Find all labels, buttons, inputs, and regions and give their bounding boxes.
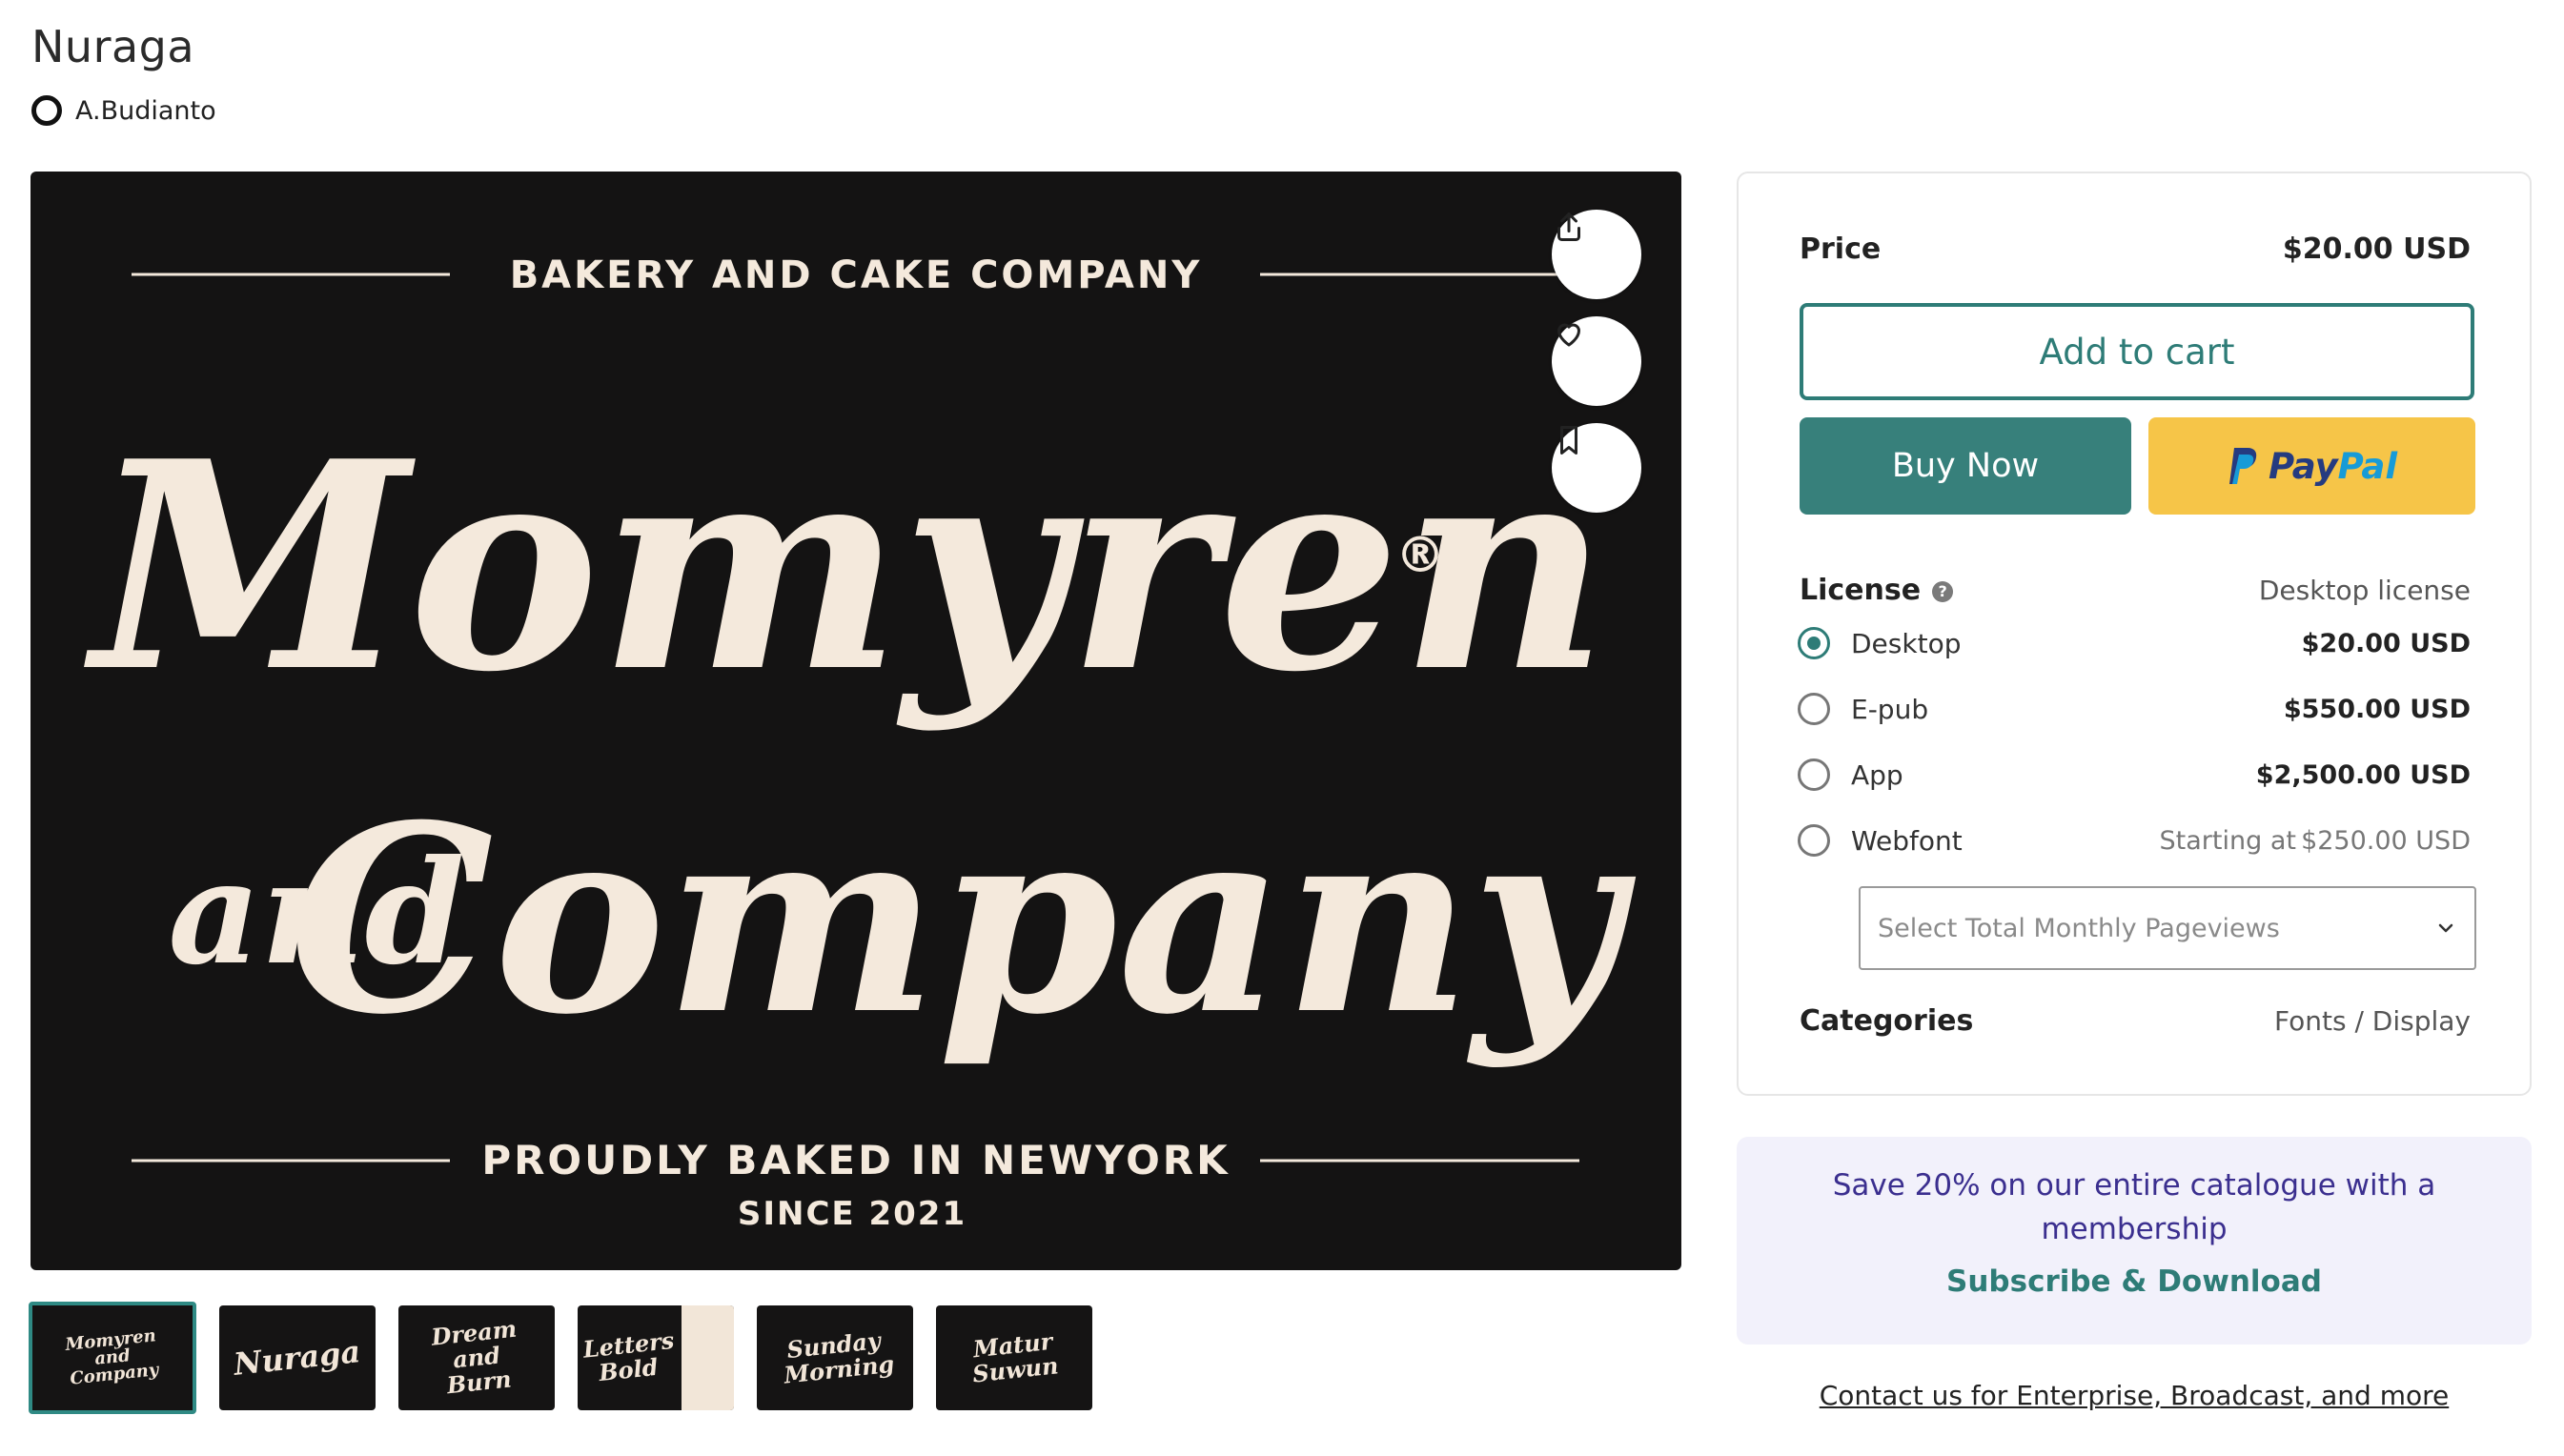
heart-icon	[1557, 323, 1580, 347]
pageviews-select[interactable]: Select Total Monthly Pageviews	[1859, 886, 2476, 970]
license-option-desktop[interactable]: Desktop $20.00 USD	[1798, 627, 2471, 659]
bookmark-icon	[1560, 426, 1577, 455]
license-option-name: Desktop	[1851, 627, 1962, 659]
hero-bottom-text: PROUDLY BAKED IN NEWYORK	[481, 1137, 1230, 1183]
paypal-wordmark-pay: Pay	[2268, 445, 2338, 487]
contact-link[interactable]: Contact us for Enterprise, Broadcast, an…	[1737, 1380, 2532, 1411]
hero-artwork: BAKERY AND CAKE COMPANY Momyren ® and Co…	[83, 253, 1637, 1233]
membership-promo: Save 20% on our entire catalogue with a …	[1737, 1137, 2532, 1345]
chevron-down-icon	[2438, 923, 2453, 933]
buy-now-button[interactable]: Buy Now	[1800, 417, 2131, 515]
share-icon	[1557, 212, 1580, 241]
license-label: License?	[1800, 574, 1954, 607]
radio-epub[interactable]	[1798, 693, 1830, 725]
subscribe-link[interactable]: Subscribe & Download	[1737, 1264, 2532, 1299]
thumbnail-label: Momyren and Company	[64, 1325, 160, 1389]
thumbnail-strip: Momyren and Company Nuraga Dream and Bur…	[29, 1302, 1092, 1414]
hero-since-text: SINCE 2021	[738, 1195, 967, 1233]
thumbnail-label: Sunday Morning	[783, 1326, 896, 1389]
promo-text: Save 20% on our entire catalogue with a …	[1832, 1168, 2436, 1246]
license-selected: Desktop license	[2258, 575, 2471, 606]
hero-image: BAKERY AND CAKE COMPANY Momyren ® and Co…	[31, 172, 1681, 1270]
author-link[interactable]: A.Budianto	[31, 95, 216, 126]
license-option-app[interactable]: App $2,500.00 USD	[1798, 758, 2471, 791]
license-option-name: App	[1851, 758, 1903, 791]
paypal-logo-icon	[2228, 448, 2257, 484]
thumbnail-2[interactable]: Nuraga	[219, 1305, 376, 1410]
price-label: Price	[1800, 233, 1882, 266]
paypal-button[interactable]: PayPal	[2148, 417, 2475, 515]
license-option-price: $550.00 USD	[2283, 694, 2471, 724]
author-avatar-icon	[31, 95, 62, 126]
thumbnail-5[interactable]: Sunday Morning	[757, 1305, 913, 1410]
thumbnail-4[interactable]: Letters Bold	[578, 1305, 734, 1410]
thumbnail-1[interactable]: Momyren and Company	[29, 1302, 196, 1414]
purchase-card: Price $20.00 USD Add to cart Buy Now Pay…	[1737, 172, 2532, 1096]
license-option-webfont[interactable]: Webfont Starting at $250.00 USD	[1798, 824, 2471, 857]
help-icon[interactable]: ?	[1932, 580, 1954, 602]
radio-webfont[interactable]	[1798, 824, 1830, 857]
license-option-prefix: Starting at	[2159, 825, 2296, 856]
bookmark-button[interactable]	[1552, 423, 1641, 513]
product-title: Nuraga	[31, 21, 195, 72]
categories-label: Categories	[1800, 1004, 1974, 1038]
thumbnail-3[interactable]: Dream and Burn	[398, 1305, 555, 1410]
license-label-text: License	[1800, 574, 1922, 607]
hero-script-line1: Momyren	[83, 398, 1608, 735]
pageviews-placeholder: Select Total Monthly Pageviews	[1878, 913, 2280, 943]
thumbnail-6[interactable]: Matur Suwun	[936, 1305, 1092, 1410]
paypal-wordmark-pal: Pal	[2337, 445, 2398, 487]
thumbnail-label: Matur Suwun	[970, 1326, 1060, 1388]
hero-registered-mark: ®	[1395, 527, 1445, 584]
radio-app[interactable]	[1798, 758, 1830, 791]
license-option-price: $2,500.00 USD	[2255, 759, 2471, 790]
license-option-price: $20.00 USD	[2301, 628, 2471, 658]
license-option-name: Webfont	[1851, 824, 1963, 857]
categories-value[interactable]: Fonts / Display	[2274, 1005, 2471, 1037]
thumbnail-label: Nuraga	[232, 1333, 363, 1383]
thumbnail-cream-panel	[682, 1305, 734, 1410]
radio-desktop[interactable]	[1798, 627, 1830, 659]
add-to-cart-button[interactable]: Add to cart	[1800, 303, 2474, 400]
price-value: $20.00 USD	[2282, 233, 2471, 266]
license-option-epub[interactable]: E-pub $550.00 USD	[1798, 693, 2471, 725]
thumbnail-label: Dream and Burn	[430, 1314, 519, 1400]
license-option-price: $250.00 USD	[2301, 825, 2471, 856]
hero-top-text: BAKERY AND CAKE COMPANY	[510, 253, 1203, 297]
hero-script-line2: Company	[289, 768, 1637, 1071]
thumbnail-label: Letters Bold	[581, 1325, 676, 1387]
paypal-wordmark: PayPal	[2269, 446, 2397, 487]
author-name: A.Budianto	[75, 95, 216, 126]
license-option-name: E-pub	[1851, 693, 1929, 725]
share-button[interactable]	[1552, 210, 1641, 299]
favorite-button[interactable]	[1552, 316, 1641, 406]
